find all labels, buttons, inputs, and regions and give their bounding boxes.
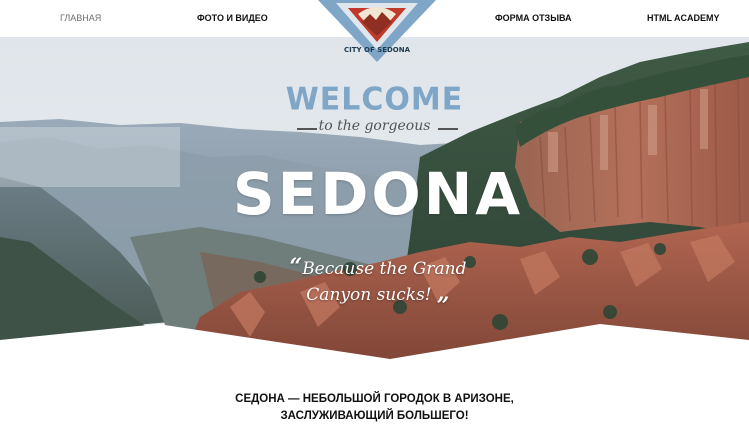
- hero-bottom-divider: [0, 324, 749, 367]
- intro-heading: СЕДОНА — НЕБОЛЬШОЙ ГОРОДОК В АРИЗОНЕ, ЗА…: [0, 391, 749, 425]
- nav-item-home[interactable]: ГЛАВНАЯ: [60, 13, 101, 23]
- nav-item-photo-video[interactable]: ФОТО И ВИДЕО: [197, 13, 268, 23]
- city-of-sedona-logo[interactable]: CITY OF SEDONA: [318, 0, 436, 62]
- nav-item-feedback-form[interactable]: ФОРМА ОТЗЫВА: [495, 13, 572, 23]
- nav-item-html-academy[interactable]: HTML ACADEMY: [647, 13, 720, 23]
- logo-emblem-icon: CITY OF SEDONA: [318, 0, 436, 62]
- logo-text: CITY OF SEDONA: [344, 46, 411, 54]
- page: ГЛАВНАЯ ФОТО И ВИДЕО ФОРМА ОТЗЫВА HTML A…: [0, 0, 749, 433]
- hero-image: [0, 37, 749, 367]
- intro-line-2: ЗАСЛУЖИВАЮЩИЙ БОЛЬШЕГО!: [280, 410, 469, 422]
- intro-line-1: СЕДОНА — НЕБОЛЬШОЙ ГОРОДОК В АРИЗОНЕ,: [235, 393, 514, 405]
